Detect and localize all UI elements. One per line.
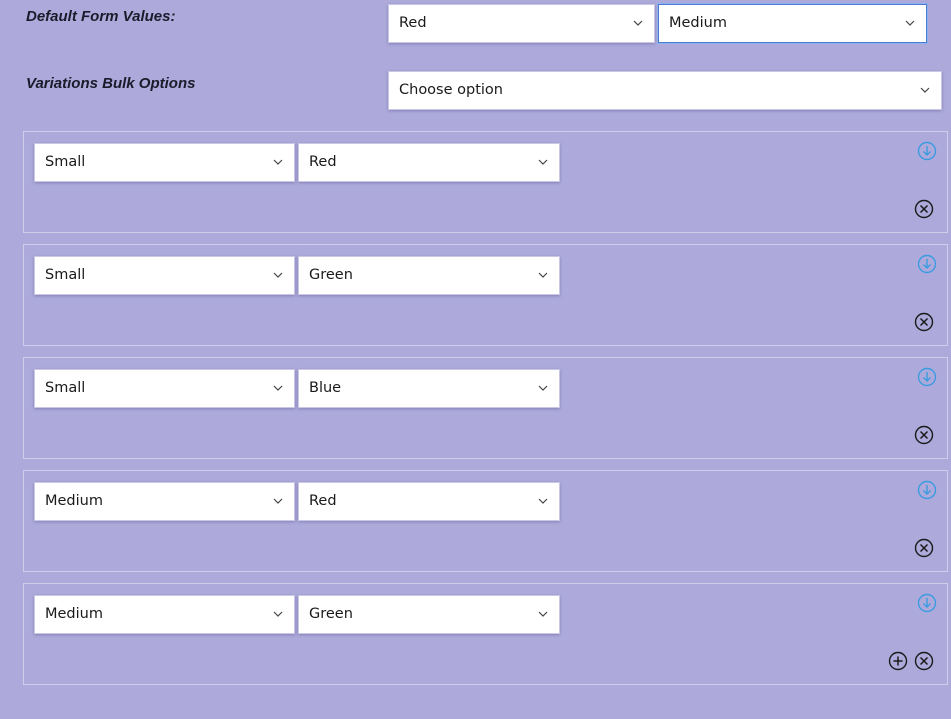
default-size-select[interactable]: Medium: [658, 4, 927, 43]
variation-row: Small Blue: [23, 357, 948, 459]
chevron-down-icon: [538, 611, 548, 617]
variation-color-select[interactable]: Green: [298, 595, 560, 634]
variation-color-value: Green: [309, 267, 353, 283]
chevron-down-icon: [273, 611, 283, 617]
variation-size-value: Medium: [45, 493, 103, 509]
variation-size-value: Small: [45, 267, 86, 283]
add-variation-icon[interactable]: [888, 651, 908, 671]
variation-size-select[interactable]: Medium: [34, 482, 295, 521]
chevron-down-icon: [633, 20, 643, 26]
expand-variation-icon[interactable]: [917, 367, 937, 387]
variation-size-value: Medium: [45, 606, 103, 622]
expand-variation-icon[interactable]: [917, 480, 937, 500]
chevron-down-icon: [538, 272, 548, 278]
variation-color-value: Blue: [309, 380, 342, 396]
variation-color-value: Red: [309, 493, 337, 509]
variation-color-select[interactable]: Green: [298, 256, 560, 295]
chevron-down-icon: [273, 385, 283, 391]
default-size-value: Medium: [669, 15, 727, 31]
bulk-options-value: Choose option: [399, 82, 503, 98]
default-form-values-label: Default Form Values:: [26, 8, 176, 25]
variations-bulk-options-label: Variations Bulk Options: [26, 75, 196, 92]
expand-variation-icon[interactable]: [917, 254, 937, 274]
variation-size-select[interactable]: Small: [34, 369, 295, 408]
variation-color-value: Green: [309, 606, 353, 622]
variation-color-select[interactable]: Red: [298, 482, 560, 521]
remove-variation-icon[interactable]: [914, 538, 934, 558]
variation-size-value: Small: [45, 154, 86, 170]
variation-size-value: Small: [45, 380, 86, 396]
variation-row: Small Red: [23, 131, 948, 233]
chevron-down-icon: [538, 498, 548, 504]
variation-color-select[interactable]: Blue: [298, 369, 560, 408]
variation-row: Medium Green: [23, 583, 948, 685]
variation-size-select[interactable]: Medium: [34, 595, 295, 634]
chevron-down-icon: [905, 20, 915, 26]
chevron-down-icon: [538, 159, 548, 165]
variation-row: Medium Red: [23, 470, 948, 572]
variation-color-value: Red: [309, 154, 337, 170]
variation-color-select[interactable]: Red: [298, 143, 560, 182]
remove-variation-icon[interactable]: [914, 425, 934, 445]
variation-size-select[interactable]: Small: [34, 143, 295, 182]
default-color-value: Red: [399, 15, 427, 31]
remove-variation-icon[interactable]: [914, 651, 934, 671]
remove-variation-icon[interactable]: [914, 312, 934, 332]
chevron-down-icon: [920, 87, 930, 93]
variation-row: Small Green: [23, 244, 948, 346]
chevron-down-icon: [273, 159, 283, 165]
chevron-down-icon: [273, 272, 283, 278]
remove-variation-icon[interactable]: [914, 199, 934, 219]
bulk-options-select[interactable]: Choose option: [388, 71, 942, 110]
chevron-down-icon: [538, 385, 548, 391]
variation-size-select[interactable]: Small: [34, 256, 295, 295]
default-color-select[interactable]: Red: [388, 4, 655, 43]
expand-variation-icon[interactable]: [917, 593, 937, 613]
chevron-down-icon: [273, 498, 283, 504]
expand-variation-icon[interactable]: [917, 141, 937, 161]
